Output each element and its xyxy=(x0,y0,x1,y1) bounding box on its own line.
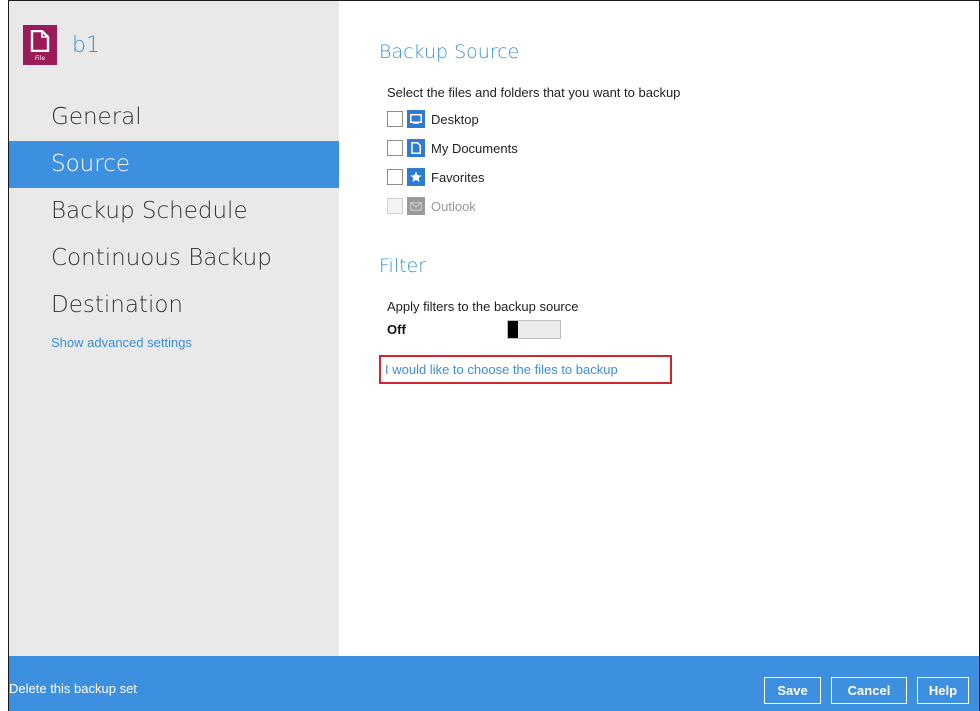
my-documents-checkbox[interactable] xyxy=(387,140,403,156)
backup-set-name: b1 xyxy=(72,32,100,58)
source-item-my-documents: My Documents xyxy=(387,138,518,158)
sidebar-item-source[interactable]: Source xyxy=(9,141,339,188)
delete-backup-set-link[interactable]: Delete this backup set xyxy=(9,681,137,696)
footer-bar: Delete this backup set Save Cancel Help xyxy=(9,656,979,711)
choose-files-link[interactable]: I would like to choose the files to back… xyxy=(379,355,672,384)
sidebar-nav: General Source Backup Schedule Continuou… xyxy=(9,94,339,329)
mail-icon xyxy=(407,197,425,215)
main-panel: Backup Source Select the files and folde… xyxy=(374,1,979,656)
filter-description: Apply filters to the backup source xyxy=(387,299,579,314)
sidebar-item-destination[interactable]: Destination xyxy=(9,282,339,329)
filter-toggle[interactable] xyxy=(507,320,561,339)
desktop-checkbox[interactable] xyxy=(387,111,403,127)
cancel-button[interactable]: Cancel xyxy=(831,677,907,704)
backup-source-description: Select the files and folders that you wa… xyxy=(387,85,681,100)
desktop-icon xyxy=(407,110,425,128)
backup-set-header: File b1 xyxy=(23,25,100,65)
sidebar-item-general[interactable]: General xyxy=(9,94,339,141)
source-item-desktop: Desktop xyxy=(387,109,479,129)
outlook-checkbox[interactable] xyxy=(387,198,403,214)
help-button[interactable]: Help xyxy=(917,677,969,704)
desktop-label: Desktop xyxy=(431,111,479,127)
filter-state-label: Off xyxy=(387,322,406,337)
sidebar: File b1 General Source Backup Schedule C… xyxy=(9,1,339,656)
filter-title: Filter xyxy=(379,255,427,277)
backup-source-title: Backup Source xyxy=(379,41,520,63)
my-documents-label: My Documents xyxy=(431,140,518,156)
toggle-knob xyxy=(508,321,518,338)
file-icon-label: File xyxy=(34,55,46,62)
save-button[interactable]: Save xyxy=(764,677,821,704)
source-item-outlook: Outlook xyxy=(387,196,476,216)
star-icon xyxy=(407,168,425,186)
favorites-checkbox[interactable] xyxy=(387,169,403,185)
sidebar-item-backup-schedule[interactable]: Backup Schedule xyxy=(9,188,339,235)
document-icon xyxy=(407,139,425,157)
show-advanced-settings-link[interactable]: Show advanced settings xyxy=(51,335,192,350)
file-icon: File xyxy=(23,25,57,65)
backup-set-settings-window: File b1 General Source Backup Schedule C… xyxy=(8,0,980,711)
sidebar-item-continuous-backup[interactable]: Continuous Backup xyxy=(9,235,339,282)
source-item-favorites: Favorites xyxy=(387,167,484,187)
outlook-label: Outlook xyxy=(431,198,476,214)
favorites-label: Favorites xyxy=(431,169,485,185)
